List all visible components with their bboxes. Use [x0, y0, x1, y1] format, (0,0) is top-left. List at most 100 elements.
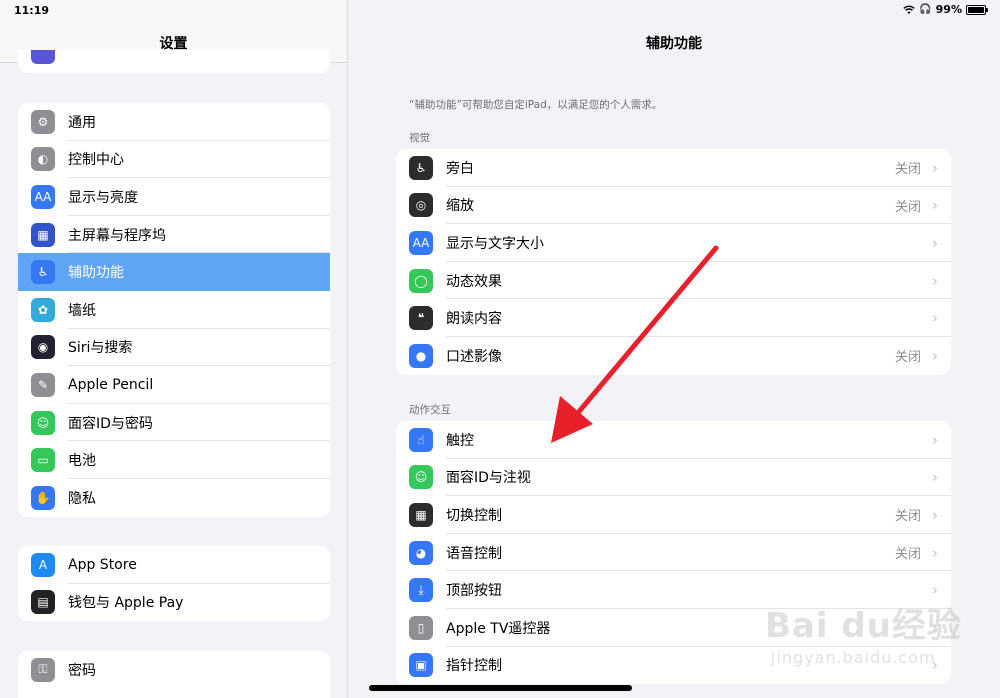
clock: 11:19 — [14, 4, 50, 17]
setting-row[interactable]: ◯ 动态效果 › — [396, 262, 951, 300]
sidebar-item-label: 面容ID与密码 — [68, 415, 153, 432]
chevron-right-icon: › — [932, 309, 938, 328]
sidebar-item[interactable]: ▤ 钱包与 Apple Pay — [18, 584, 330, 622]
setting-label: 旁白 — [446, 160, 474, 177]
sidebar: 设置 ⚙ 通用 ◐ 控制中心 AA 显示与亮度 ▦ 主屏幕与程序坞 ♿ 辅助功能 ✿ 墙纸 ◉ Siri与… — [0, 0, 348, 698]
pencil-icon: ✎ — [31, 372, 55, 397]
sidebar-item-label: Apple Pencil — [68, 376, 154, 393]
setting-label: 触控 — [446, 432, 474, 449]
section-header-vision: 视觉 — [409, 132, 430, 144]
setting-value: 关闭 — [894, 509, 921, 525]
toggles-icon: ◐ — [31, 147, 55, 172]
zoom-icon: ◎ — [409, 193, 433, 218]
battery-icon: ▭ — [31, 448, 55, 473]
sidebar-item-label: 主屏幕与程序坞 — [68, 227, 166, 244]
setting-label: 面容ID与注视 — [446, 470, 531, 487]
setting-label: 切换控制 — [446, 507, 502, 524]
setting-label: Apple TV遥控器 — [446, 620, 551, 637]
sidebar-item[interactable]: ◐ 控制中心 — [18, 141, 330, 179]
sidebar-item[interactable]: ☺ 面容ID与密码 — [18, 404, 330, 442]
sidebar-item[interactable]: A App Store — [18, 546, 330, 584]
setting-label: 口述影像 — [446, 348, 502, 365]
chevron-right-icon: › — [932, 505, 938, 524]
section-vision: ♿ 旁白 关闭 › ◎ 缩放 关闭 › AA 显示与文字大小 › ◯ 动态效果 › ❝ 朗读内容 › ● 口述影像关… — [396, 149, 951, 375]
sidebar-item-label: 隐私 — [68, 490, 96, 507]
setting-row[interactable]: AA 显示与文字大小 › — [396, 224, 951, 262]
setting-row[interactable]: ☝ 触控 › — [396, 421, 951, 459]
chevron-right-icon: › — [932, 271, 938, 290]
page-title: 辅助功能 — [646, 36, 702, 52]
tv-remote-icon: ▯ — [409, 615, 433, 640]
baidu-watermark: Bai du经验 jingyan.baidu.com — [765, 590, 995, 690]
sidebar-item[interactable]: ✿ 墙纸 — [18, 291, 330, 329]
gear-icon: ⚙ — [31, 109, 55, 134]
setting-value: 关闭 — [894, 350, 921, 366]
sidebar-item[interactable]: ▦ 主屏幕与程序坞 — [18, 216, 330, 254]
setting-row[interactable]: ♿ 旁白 关闭 › — [396, 149, 951, 187]
sidebar-item-label: 辅助功能 — [68, 265, 124, 282]
sidebar-group-passwords: ⚿ 密码 — [18, 651, 330, 698]
chevron-right-icon: › — [932, 543, 938, 562]
home-grid-icon: ▦ — [31, 222, 55, 247]
setting-label: 指针控制 — [446, 658, 502, 675]
hand-icon: ✋ — [31, 485, 55, 510]
sidebar-group-store: A App Store ▤ 钱包与 Apple Pay — [18, 546, 330, 622]
setting-row[interactable]: ▦ 切换控制 关闭 › — [396, 496, 951, 534]
setting-row[interactable]: ☺ 面容ID与注视 › — [396, 459, 951, 497]
wifi-icon — [903, 5, 915, 14]
watermark-brand: Bai du经验 — [765, 606, 962, 646]
sidebar-item[interactable]: ✋ 隐私 — [18, 479, 330, 517]
sidebar-item[interactable]: ⚿ 密码 — [18, 651, 330, 689]
speech-bubble-icon: ❝ — [409, 306, 433, 331]
setting-row[interactable]: ● 口述影像 关闭 › — [396, 337, 951, 375]
setting-row[interactable]: ❝ 朗读内容 › — [396, 299, 951, 337]
section-header-interaction: 动作交互 — [409, 404, 451, 416]
sidebar-item-label: 密码 — [68, 662, 96, 679]
sidebar-item-label: Siri与搜索 — [68, 340, 133, 357]
setting-value: 关闭 — [894, 199, 921, 215]
setting-value: 关闭 — [894, 162, 921, 178]
home-indicator[interactable] — [369, 685, 632, 691]
sidebar-item[interactable]: ♿ 辅助功能 — [18, 253, 330, 291]
app-store-icon: A — [31, 552, 55, 577]
sidebar-item[interactable]: ◉ Siri与搜索 — [18, 329, 330, 367]
sidebar-group-peek — [18, 50, 330, 73]
text-size-icon: AA — [409, 230, 433, 255]
sidebar-item[interactable]: ⚙ 通用 — [18, 103, 330, 141]
pointer-icon: ▣ — [409, 653, 433, 678]
headphones-icon: 🎧 — [919, 4, 932, 15]
setting-label: 语音控制 — [446, 545, 502, 562]
setting-label: 动态效果 — [446, 273, 502, 290]
sidebar-item-label: 显示与亮度 — [68, 189, 138, 206]
setting-label: 显示与文字大小 — [446, 235, 544, 252]
sidebar-item[interactable]: ▭ 电池 — [18, 441, 330, 479]
audio-description-icon: ● — [409, 343, 433, 368]
key-icon: ⚿ — [31, 657, 55, 682]
sidebar-item-label: App Store — [68, 556, 137, 573]
battery-percent: 99% — [935, 3, 962, 16]
battery-indicator-icon — [966, 4, 988, 15]
sidebar-item[interactable]: ✎ Apple Pencil — [18, 366, 330, 404]
profile-icon — [31, 50, 55, 64]
touch-hand-icon: ☝ — [409, 427, 433, 452]
page-description: “辅助功能”可帮助您自定iPad，以满足您的个人需求。 — [409, 99, 663, 111]
voice-control-icon: ◕ — [409, 540, 433, 565]
sidebar-item[interactable]: AA 显示与亮度 — [18, 178, 330, 216]
sidebar-item-label: 墙纸 — [68, 302, 96, 319]
chevron-right-icon: › — [932, 430, 938, 449]
setting-label: 缩放 — [446, 198, 474, 215]
setting-label: 顶部按钮 — [446, 583, 502, 600]
setting-row[interactable]: ◕ 语音控制 关闭 › — [396, 534, 951, 572]
motion-icon: ◯ — [409, 268, 433, 293]
sidebar-group-main: ⚙ 通用 ◐ 控制中心 AA 显示与亮度 ▦ 主屏幕与程序坞 ♿ 辅助功能 ✿ 墙纸 ◉ Siri与搜索 ✎… — [18, 103, 330, 517]
chevron-right-icon: › — [932, 468, 938, 487]
setting-label: 朗读内容 — [446, 311, 502, 328]
setting-value: 关闭 — [894, 547, 921, 563]
chevron-right-icon: › — [932, 196, 938, 215]
switch-grid-icon: ▦ — [409, 502, 433, 527]
siri-icon: ◉ — [31, 335, 55, 360]
setting-row[interactable]: ◎ 缩放 关闭 › — [396, 187, 951, 225]
accessibility-icon: ♿ — [31, 260, 55, 285]
chevron-right-icon: › — [932, 233, 938, 252]
chevron-right-icon: › — [932, 346, 938, 365]
